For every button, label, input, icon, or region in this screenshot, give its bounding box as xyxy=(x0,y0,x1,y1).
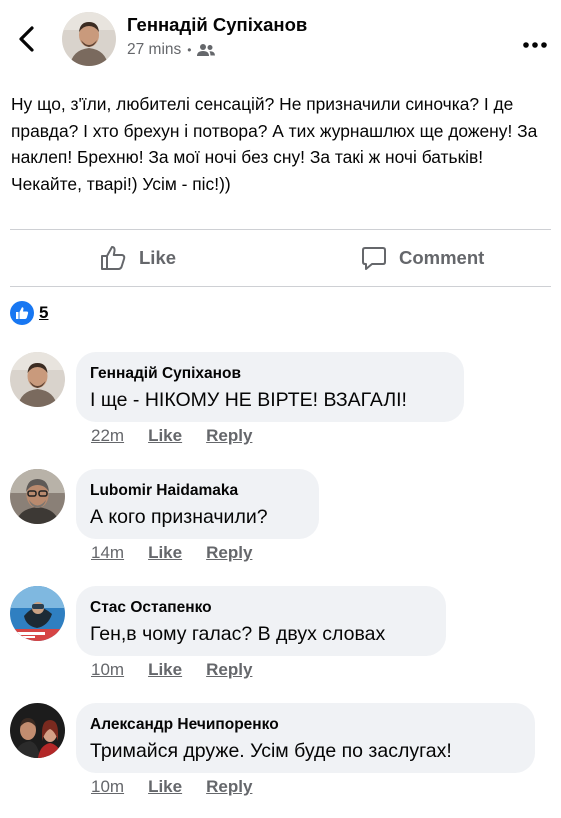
comment-time[interactable]: 10m xyxy=(91,660,124,680)
back-button[interactable] xyxy=(14,24,40,54)
commenter-name[interactable]: Lubomir Haidamaka xyxy=(90,482,303,500)
post-time[interactable]: 27 mins xyxy=(127,41,181,59)
commenter-avatar[interactable] xyxy=(10,586,65,641)
comment-bubble-icon xyxy=(362,247,386,270)
comment-like-button[interactable]: Like xyxy=(148,543,182,563)
commenter-avatar[interactable] xyxy=(10,469,65,524)
thumbs-up-icon xyxy=(101,246,126,270)
commenter-name[interactable]: Геннадій Супіханов xyxy=(90,365,448,383)
more-options-button[interactable] xyxy=(522,36,548,48)
post-meta: 27 mins • xyxy=(127,41,216,59)
commenter-name[interactable]: Александр Нечипоренко xyxy=(90,716,519,734)
comment-reply-button[interactable]: Reply xyxy=(206,543,252,563)
comment-reply-button[interactable]: Reply xyxy=(206,660,252,680)
commenter-avatar[interactable] xyxy=(10,352,65,407)
comment-bubble: Геннадій Супіханов І ще - НІКОМУ НЕ ВІРТ… xyxy=(76,352,464,422)
separator-dot: • xyxy=(187,43,192,57)
author-avatar[interactable] xyxy=(62,12,116,66)
divider xyxy=(10,286,551,287)
comment-text: Тримайся друже. Усім буде по заслугах! xyxy=(90,740,452,762)
reaction-count: 5 xyxy=(39,303,49,322)
like-button[interactable]: Like xyxy=(99,240,176,276)
comment-actions: 10m Like Reply xyxy=(91,777,252,797)
comment-time[interactable]: 10m xyxy=(91,777,124,797)
comment-bubble: Стас Остапенко Ген,в чому галас? В двух … xyxy=(76,586,446,656)
more-dots-icon xyxy=(523,42,547,48)
chevron-left-icon xyxy=(19,26,34,52)
reactions-summary[interactable]: 5 xyxy=(10,301,48,325)
comment-text: А кого призначили? xyxy=(90,506,268,528)
comment-like-button[interactable]: Like xyxy=(148,777,182,797)
post-text: Ну що, з'їли, любителі сенсацій? Не приз… xyxy=(11,94,538,194)
comment-time[interactable]: 14m xyxy=(91,543,124,563)
comment-like-button[interactable]: Like xyxy=(148,660,182,680)
comment-time[interactable]: 22m xyxy=(91,426,124,446)
commenter-name[interactable]: Стас Остапенко xyxy=(90,599,430,617)
comment-bubble: Александр Нечипоренко Тримайся друже. Ус… xyxy=(76,703,535,773)
like-reaction-icon xyxy=(10,301,34,325)
friends-audience-icon[interactable] xyxy=(197,43,216,57)
commenter-avatar[interactable] xyxy=(10,703,65,758)
post-header: Геннадій Супіханов 27 mins • xyxy=(0,0,561,78)
divider xyxy=(10,229,551,230)
comment-actions: 22m Like Reply xyxy=(91,426,252,446)
like-label: Like xyxy=(139,247,177,268)
comment-reply-button[interactable]: Reply xyxy=(206,777,252,797)
comment-bubble: Lubomir Haidamaka А кого призначили? xyxy=(76,469,319,539)
comment-text: Ген,в чому галас? В двух словах xyxy=(90,623,386,645)
comment-actions: 10m Like Reply xyxy=(91,660,252,680)
comment-like-button[interactable]: Like xyxy=(148,426,182,446)
comment-button[interactable]: Comment xyxy=(361,240,484,276)
comment-label: Comment xyxy=(399,247,485,268)
comment-actions: 14m Like Reply xyxy=(91,543,252,563)
comment-text: І ще - НІКОМУ НЕ ВІРТЕ! ВЗАГАЛІ! xyxy=(90,389,407,411)
comment-reply-button[interactable]: Reply xyxy=(206,426,252,446)
author-name[interactable]: Геннадій Супіханов xyxy=(127,14,307,36)
